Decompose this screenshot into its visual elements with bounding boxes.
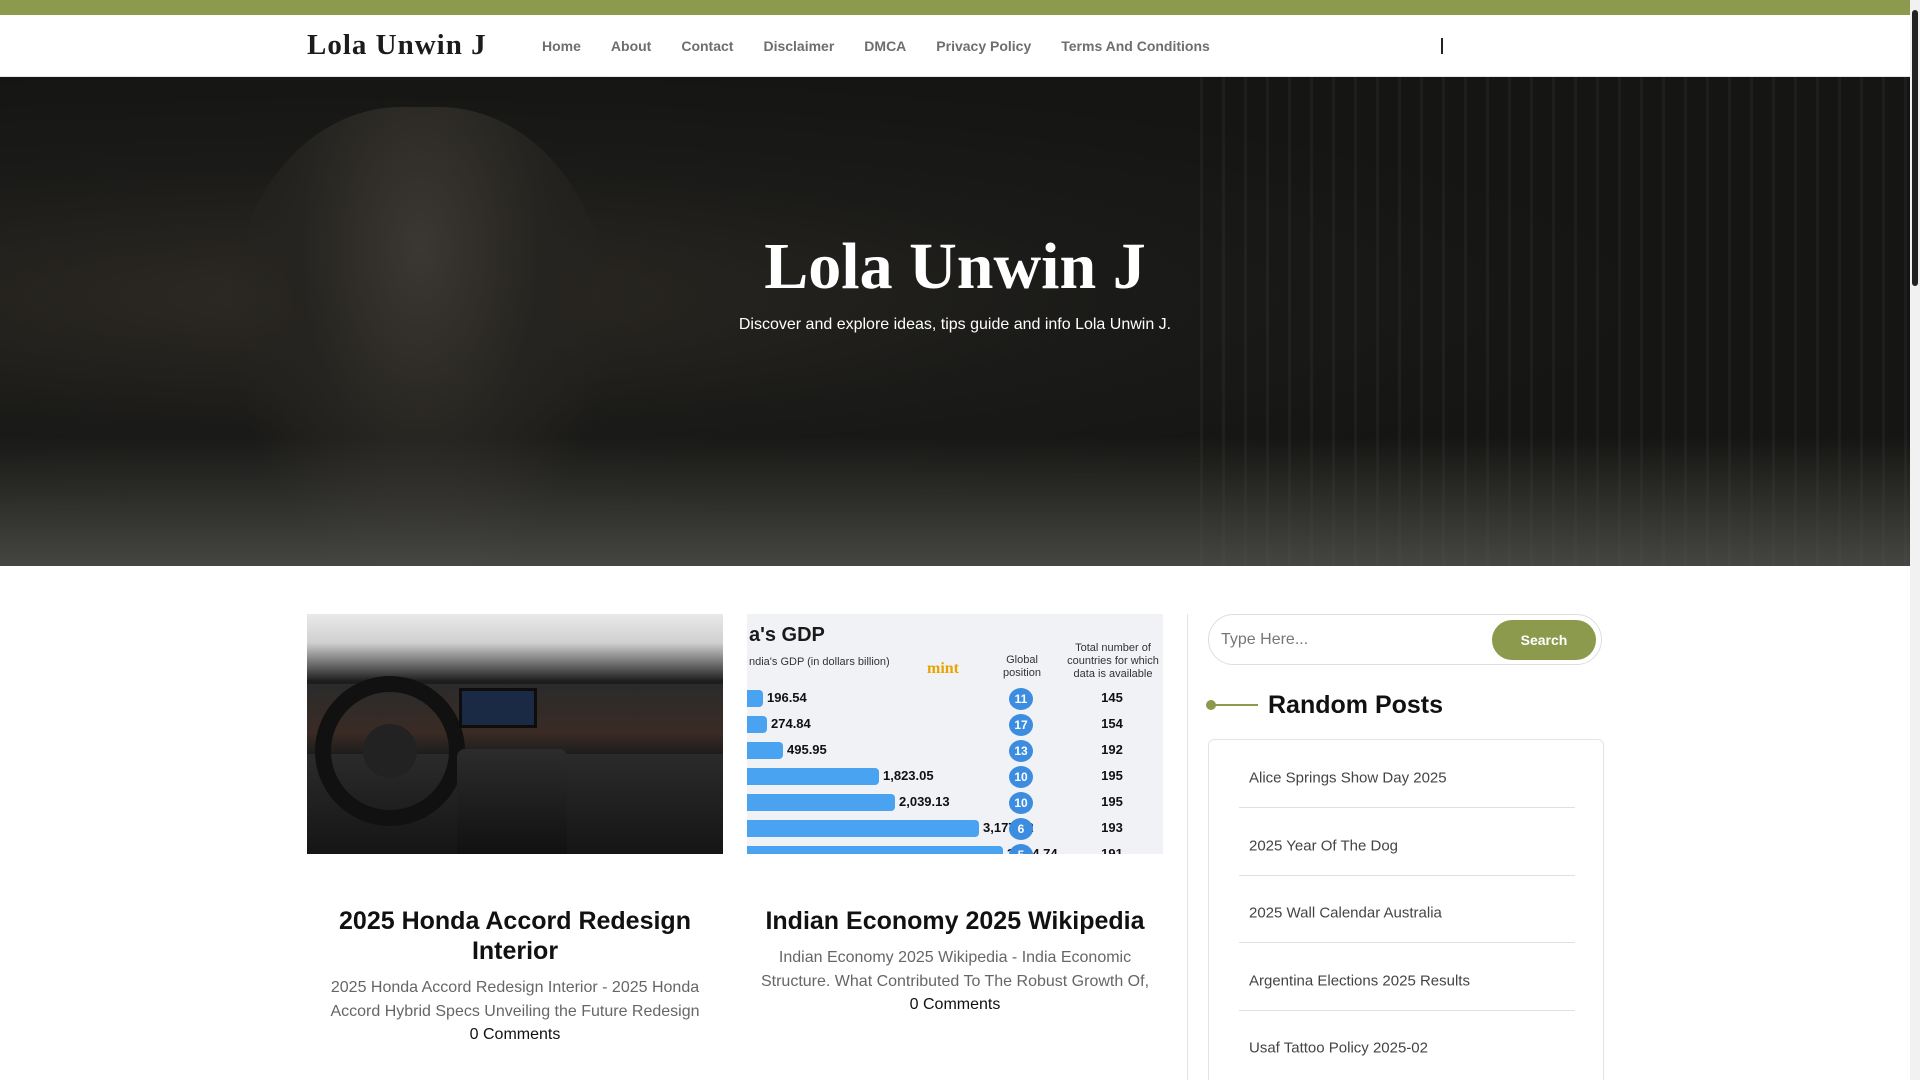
thumb-chart-rank: 10: [1009, 792, 1033, 814]
hero-title: Lola Unwin J: [764, 230, 1146, 303]
thumb-chart-row: 3,177.926193: [747, 816, 1163, 842]
thumb-chart-rank: 10: [1009, 766, 1033, 788]
thumb-chart-rank: 13: [1009, 740, 1033, 762]
thumb-chart-bar: [747, 690, 763, 707]
post-card: 2025 Honda Accord Redesign Interior 2025…: [307, 614, 723, 1044]
thumb-chart-value: 274.84: [771, 716, 811, 731]
widget-title: Random Posts: [1268, 690, 1444, 719]
thumb-chart-countries: 191: [1101, 846, 1123, 854]
nav-contact[interactable]: Contact: [681, 38, 733, 54]
random-post-link[interactable]: Alice Springs Show Day 2025: [1249, 770, 1447, 787]
car-center-console: [457, 749, 567, 854]
page-scrollbar[interactable]: [1910, 0, 1920, 1080]
random-post-item[interactable]: 2025 Wall Calendar Australia: [1239, 875, 1575, 943]
search-form: Search: [1208, 614, 1602, 665]
thumb-chart-subtitle: ndia's GDP (in dollars billion): [749, 656, 890, 668]
post-comments-link[interactable]: 0 Comments: [307, 1026, 723, 1044]
nav-privacy-policy[interactable]: Privacy Policy: [936, 38, 1031, 54]
post-comments-link[interactable]: 0 Comments: [747, 996, 1163, 1014]
thumb-chart-row: 196.54 11 145: [747, 686, 1163, 712]
search-button[interactable]: Search: [1492, 620, 1596, 660]
thumb-col-header-countries: Total number of countries for which data…: [1067, 642, 1159, 680]
post-title[interactable]: 2025 Honda Accord Redesign Interior: [307, 906, 723, 966]
thumb-chart-row: 2,039.13 10 195: [747, 790, 1163, 816]
random-post-item[interactable]: Alice Springs Show Day 2025: [1239, 740, 1575, 808]
thumb-brand-logo: mint: [927, 660, 959, 677]
main-nav: Home About Contact Disclaimer DMCA Priva…: [542, 15, 1240, 77]
thumb-chart-bar: [747, 820, 979, 837]
search-input[interactable]: [1221, 627, 1471, 653]
thumb-chart-rank: 17: [1009, 714, 1033, 736]
post-excerpt: 2025 Honda Accord Redesign Interior - 20…: [330, 979, 700, 1020]
sidebar-divider: [1187, 614, 1188, 1080]
random-post-item[interactable]: 2025 Year Of The Dog: [1239, 808, 1575, 876]
site-header: Lola Unwin J Home About Contact Disclaim…: [0, 15, 1910, 77]
scrollbar-thumb[interactable]: [1912, 10, 1918, 286]
thumb-chart-countries: 145: [1101, 690, 1123, 705]
widget-title-dot: [1206, 700, 1216, 710]
random-post-item[interactable]: Usaf Tattoo Policy 2025-02: [1239, 1010, 1575, 1078]
top-accent-bar: [0, 0, 1910, 15]
nav-terms-and-conditions[interactable]: Terms And Conditions: [1061, 38, 1210, 54]
thumb-chart-row: 1,823.05 10 195: [747, 764, 1163, 790]
thumb-chart-bar: [747, 846, 1003, 854]
thumb-chart-rank: 11: [1009, 688, 1033, 710]
post-thumbnail[interactable]: a's GDP ndia's GDP (in dollars billion) …: [747, 614, 1163, 854]
nav-about[interactable]: About: [611, 38, 651, 54]
car-infotainment-screen: [459, 688, 537, 728]
random-post-link[interactable]: 2025 Wall Calendar Australia: [1249, 905, 1442, 922]
post-thumbnail[interactable]: [307, 614, 723, 854]
thumb-chart-rank: 6: [1009, 818, 1033, 840]
thumb-chart-row: 274.84 17 154: [747, 712, 1163, 738]
widget-title-decoration: [1206, 700, 1258, 710]
post-title[interactable]: Indian Economy 2025 Wikipedia: [747, 906, 1163, 936]
car-steering-hub: [363, 724, 417, 778]
thumb-chart-value: 2,039.13: [899, 794, 950, 809]
random-post-link[interactable]: 2025 Year Of The Dog: [1249, 838, 1398, 855]
random-posts-header: Random Posts: [1206, 688, 1444, 722]
thumb-chart-value: 495.95: [787, 742, 827, 757]
random-post-item[interactable]: Argentina Elections 2025 Results: [1239, 943, 1575, 1011]
thumb-chart-countries: 154: [1101, 716, 1123, 731]
thumb-chart-bar: [747, 768, 879, 785]
thumb-chart-bar: [747, 716, 767, 733]
nav-dmca[interactable]: DMCA: [864, 38, 906, 54]
search-toggle-icon[interactable]: [1441, 38, 1443, 54]
thumb-chart-bar: [747, 742, 783, 759]
thumb-chart-row: 495.95 13 192: [747, 738, 1163, 764]
thumb-chart-countries: 192: [1101, 742, 1123, 757]
thumb-chart-bar: [747, 794, 895, 811]
thumb-chart-countries: 195: [1101, 794, 1123, 809]
hero-background-rock: [0, 437, 1910, 566]
thumb-chart-title: a's GDP: [749, 624, 825, 646]
post-excerpt: Indian Economy 2025 Wikipedia - India Ec…: [760, 949, 1150, 990]
hero-subtitle: Discover and explore ideas, tips guide a…: [738, 316, 1172, 333]
thumb-chart-value: 1,823.05: [883, 768, 934, 783]
hero-banner: Lola Unwin J Discover and explore ideas,…: [0, 77, 1910, 566]
post-card: a's GDP ndia's GDP (in dollars billion) …: [747, 614, 1163, 1014]
thumb-col-header-position: Global position: [1003, 654, 1041, 679]
thumb-chart-countries: 193: [1101, 820, 1123, 835]
random-post-link[interactable]: Argentina Elections 2025 Results: [1249, 973, 1470, 990]
thumb-chart-value: 196.54: [767, 690, 807, 705]
nav-disclaimer[interactable]: Disclaimer: [763, 38, 834, 54]
thumb-chart-countries: 195: [1101, 768, 1123, 783]
random-post-link[interactable]: Usaf Tattoo Policy 2025-02: [1249, 1040, 1428, 1057]
random-posts-list: Alice Springs Show Day 2025 2025 Year Of…: [1208, 739, 1604, 1080]
nav-home[interactable]: Home: [542, 38, 581, 54]
thumb-chart-row: 3,534.745191: [747, 842, 1163, 854]
site-logo[interactable]: Lola Unwin J: [307, 29, 487, 62]
